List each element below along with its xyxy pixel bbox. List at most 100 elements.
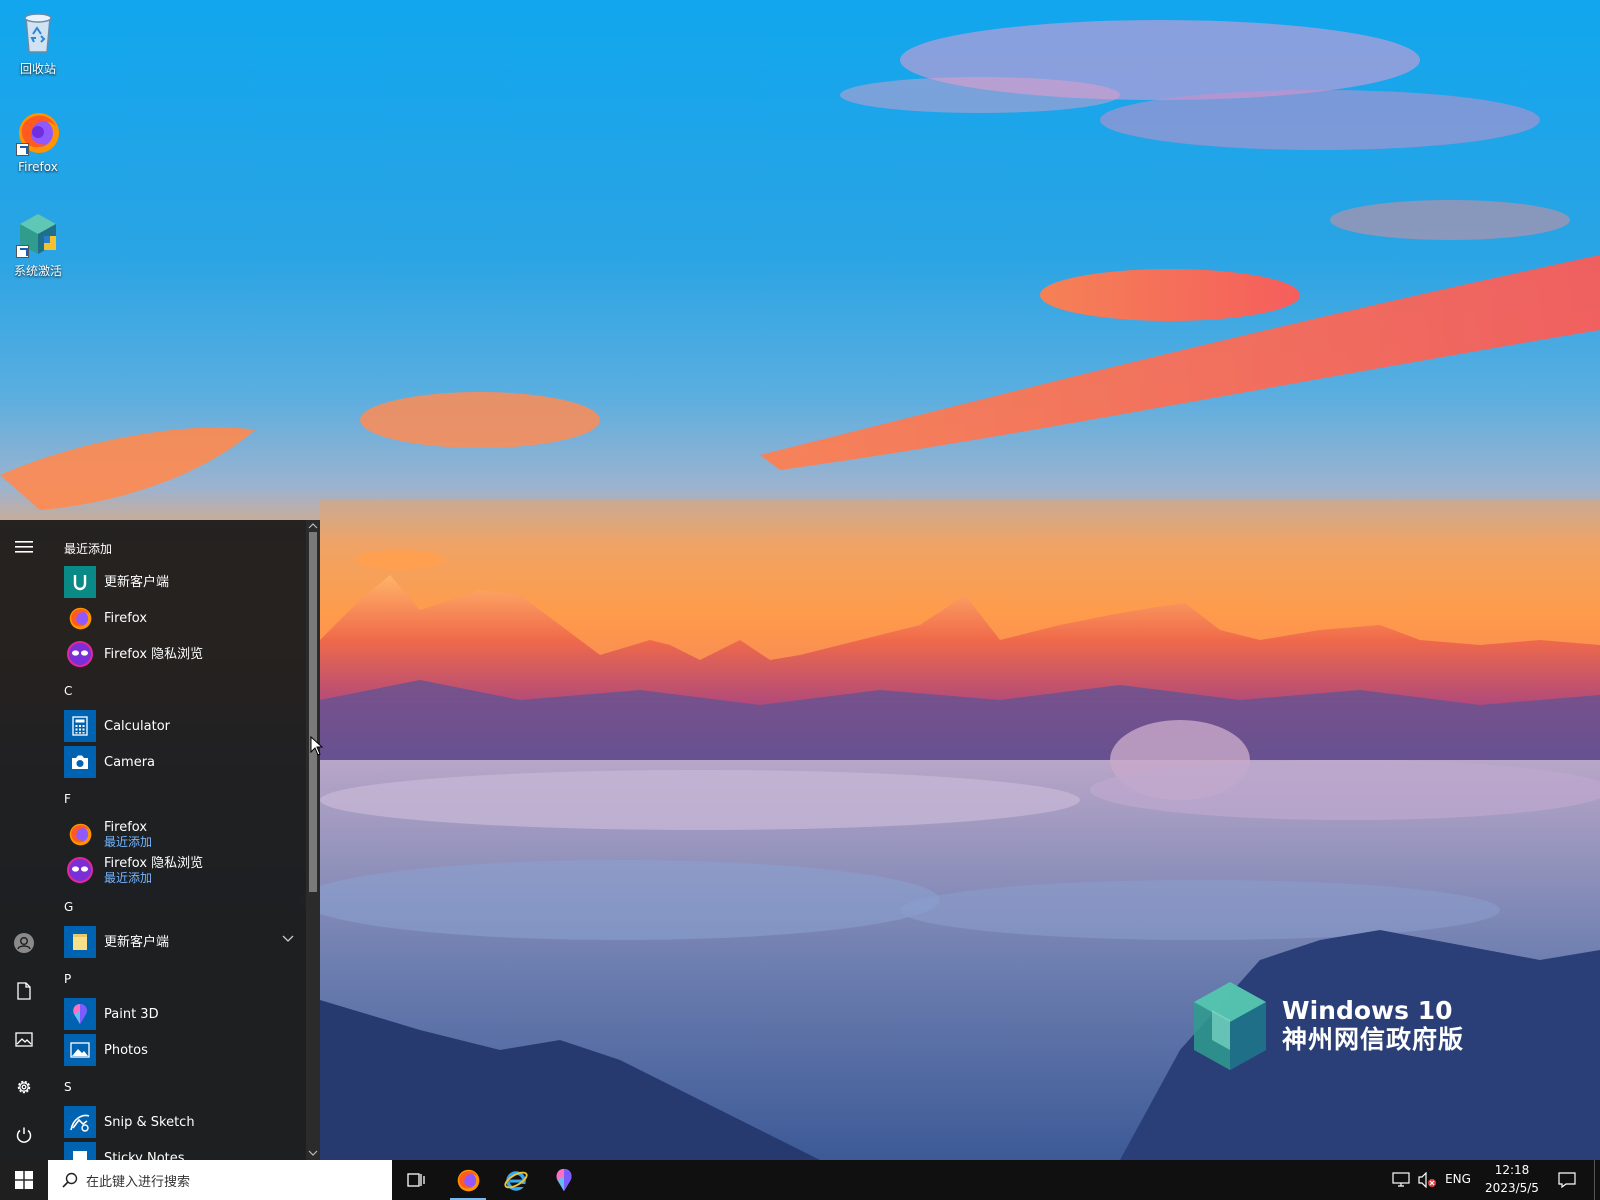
recycle-bin-icon	[14, 8, 62, 56]
watermark-title: Windows 10	[1282, 996, 1453, 1026]
app-camera[interactable]: Camera	[64, 744, 302, 780]
notification-icon	[1558, 1172, 1576, 1188]
chevron-down-icon[interactable]	[282, 935, 294, 943]
app-calculator[interactable]: Calculator	[64, 708, 302, 744]
firefox-icon	[457, 1169, 480, 1192]
edition-logo-icon	[1194, 982, 1266, 1070]
search-placeholder: 在此键入进行搜索	[86, 1174, 191, 1190]
network-icon	[1392, 1172, 1410, 1187]
windows-logo-icon	[15, 1171, 33, 1189]
folder-icon	[64, 926, 96, 958]
section-letter-p: P	[64, 972, 72, 986]
watermark-subtitle: 神州网信政府版	[1282, 1024, 1465, 1054]
calculator-icon	[64, 710, 96, 742]
desktop-icon-label: Firefox	[18, 160, 58, 174]
app-name: Firefox	[104, 610, 148, 626]
firefox-icon	[64, 818, 96, 850]
volume-muted-icon	[1418, 1172, 1436, 1188]
app-name: Photos	[104, 1042, 148, 1058]
taskbar-search-box[interactable]: 在此键入进行搜索	[48, 1160, 392, 1200]
app-update-client[interactable]: 更新客户端	[64, 564, 302, 600]
hamburger-icon	[15, 541, 33, 553]
document-icon	[17, 982, 31, 1000]
internet-explorer-icon	[504, 1171, 528, 1191]
shortcut-arrow-icon	[16, 143, 29, 156]
app-snip-sketch[interactable]: Snip & Sketch	[64, 1104, 302, 1140]
start-menu-rail	[0, 520, 48, 1160]
expand-menu-button[interactable]	[0, 524, 48, 570]
user-avatar-icon	[14, 933, 34, 953]
sticky-notes-icon	[64, 1142, 96, 1160]
task-view-icon	[407, 1173, 425, 1187]
show-desktop-button[interactable]	[1594, 1160, 1600, 1200]
scrollbar-thumb[interactable]	[309, 532, 317, 892]
app-name: Camera	[104, 754, 156, 770]
documents-button[interactable]	[0, 968, 48, 1014]
scroll-down-arrow-icon[interactable]	[308, 1150, 318, 1157]
recently-added-label: 最近添加	[104, 834, 153, 849]
pictures-button[interactable]	[0, 1016, 48, 1062]
scroll-up-arrow-icon[interactable]	[308, 522, 318, 529]
paint3d-icon	[64, 998, 96, 1030]
section-letter-s: S	[64, 1080, 72, 1094]
section-letter-g: G	[64, 900, 74, 914]
firefox-icon	[14, 108, 62, 156]
taskbar-paint-3d[interactable]	[540, 1160, 588, 1200]
desktop-icon-recycle-bin[interactable]: 回收站	[6, 8, 70, 77]
app-firefox[interactable]: Firefox 最近添加	[64, 816, 302, 852]
firefox-icon	[64, 602, 96, 634]
start-button[interactable]	[0, 1160, 48, 1200]
app-name: Firefox 隐私浏览	[104, 855, 204, 871]
app-name: 更新客户端	[104, 574, 170, 590]
power-icon	[16, 1127, 32, 1143]
taskbar-internet-explorer[interactable]	[492, 1160, 540, 1200]
section-recently-added: 最近添加	[64, 542, 113, 556]
start-menu: 最近添加 更新客户端 Firefox Firefox 隐私浏览 C Calcul…	[0, 520, 320, 1160]
user-account-button[interactable]	[0, 920, 48, 966]
power-button[interactable]	[0, 1112, 48, 1158]
firefox-private-icon	[64, 638, 96, 670]
pictures-icon	[15, 1031, 33, 1047]
activation-icon	[14, 210, 62, 258]
snip-sketch-icon	[64, 1106, 96, 1138]
app-firefox-private-recent[interactable]: Firefox 隐私浏览	[64, 636, 302, 672]
desktop-icon-label: 回收站	[19, 62, 56, 76]
app-photos[interactable]: Photos	[64, 1032, 302, 1068]
camera-icon	[64, 746, 96, 778]
folder-update-client[interactable]: 更新客户端	[64, 924, 302, 960]
app-paint-3d[interactable]: Paint 3D	[64, 996, 302, 1032]
app-firefox-recent[interactable]: Firefox	[64, 600, 302, 636]
clock-date[interactable]: 2023/5/5	[1478, 1181, 1546, 1195]
section-letter-c: C	[64, 684, 73, 698]
photos-icon	[64, 1034, 96, 1066]
network-status[interactable]	[1388, 1160, 1414, 1200]
app-name: 更新客户端	[104, 934, 170, 950]
app-name: Snip & Sketch	[104, 1114, 195, 1130]
search-icon	[62, 1172, 78, 1188]
recently-added-label: 最近添加	[104, 870, 153, 885]
desktop-icon-firefox[interactable]: Firefox	[6, 108, 70, 174]
app-name: Sticky Notes	[104, 1150, 185, 1161]
shortcut-arrow-icon	[16, 245, 29, 258]
app-sticky-notes[interactable]: Sticky Notes	[64, 1140, 302, 1160]
taskbar-firefox[interactable]	[444, 1160, 492, 1200]
desktop-icon-activation[interactable]: 系统激活	[6, 210, 70, 279]
mouse-cursor-icon	[310, 736, 324, 756]
update-client-icon	[64, 566, 96, 598]
action-center-button[interactable]	[1552, 1160, 1582, 1200]
taskbar: 在此键入进行搜索 ENG 12:18 2023/5/5	[0, 1160, 1600, 1200]
clock-time[interactable]: 12:18	[1478, 1163, 1546, 1177]
section-letter-f: F	[64, 792, 71, 806]
paint3d-icon	[556, 1168, 572, 1192]
input-language-indicator[interactable]: ENG	[1442, 1172, 1474, 1186]
app-name: Firefox	[104, 819, 148, 835]
edition-watermark: Windows 10 神州网信政府版	[1192, 980, 1464, 1072]
firefox-private-icon	[64, 854, 96, 886]
volume-status[interactable]	[1414, 1160, 1440, 1200]
task-view-button[interactable]	[392, 1160, 440, 1200]
desktop-icon-label: 系统激活	[13, 264, 62, 278]
gear-icon	[17, 1080, 31, 1094]
settings-button[interactable]	[0, 1064, 48, 1110]
app-firefox-private[interactable]: Firefox 隐私浏览 最近添加	[64, 852, 302, 888]
app-name: Firefox 隐私浏览	[104, 646, 204, 662]
